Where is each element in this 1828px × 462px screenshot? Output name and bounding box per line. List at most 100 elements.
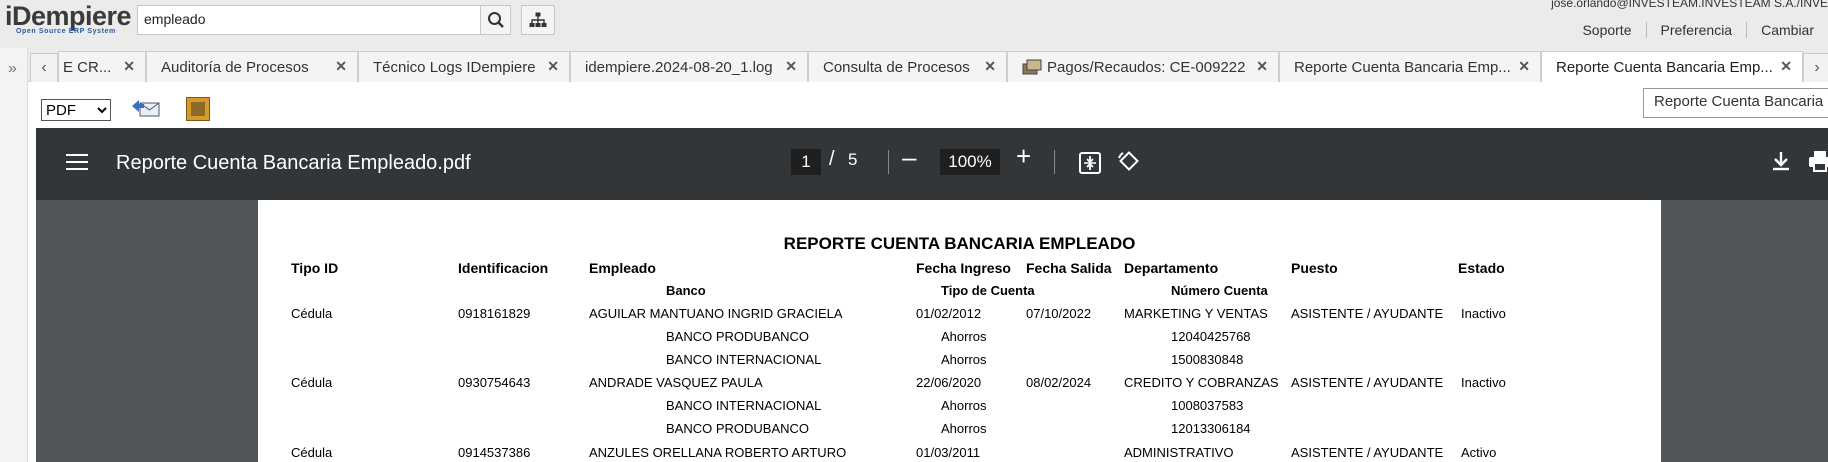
close-icon[interactable]: ✕ [1256,58,1268,75]
cell-estado: Inactivo [1461,306,1506,321]
print-button[interactable] [1808,150,1828,177]
cell-banco: BANCO PRODUBANCO [666,421,810,436]
tab-item[interactable]: E CR... ✕ [58,51,146,82]
tab-item-active[interactable]: Reporte Cuenta Bancaria Emp... ✕ [1541,51,1803,83]
cell-estado: Activo [1461,445,1497,460]
pdf-page: REPORTE CUENTA BANCARIA EMPLEADO Tipo ID… [258,200,1661,462]
sitemap-icon [529,12,547,27]
cell-tipo-id: Cédula [291,445,333,460]
close-icon[interactable]: ✕ [1518,58,1530,75]
cell-tipo-id: Cédula [291,306,333,321]
cell-fecha-ingreso: 01/03/2011 [916,445,981,460]
cell-puesto: ASISTENTE / AYUDANTE [1291,306,1444,321]
tab-label: Consulta de Procesos [823,58,970,76]
cell-empleado: ANDRADE VASQUEZ PAULA [589,375,763,390]
link-preferencia[interactable]: Preferencia [1645,22,1747,38]
tab-label: Reporte Cuenta Bancaria Emp... [1294,58,1511,76]
logo-text: iDempiere [5,1,132,31]
link-cambiar[interactable]: Cambiar [1746,22,1828,38]
report-title: REPORTE CUENTA BANCARIA EMPLEADO [783,234,1136,253]
cell-puesto: ASISTENTE / AYUDANTE [1291,375,1444,390]
cell-departamento: ADMINISTRATIVO [1124,445,1234,460]
page-total: 5 [848,150,858,169]
zoom-in-button[interactable]: + [1016,141,1031,172]
cell-numero-cuenta: 12013306184 [1171,421,1251,436]
close-icon[interactable]: ✕ [547,58,559,75]
download-button[interactable] [1771,150,1791,177]
col-header-tipo-id: Tipo ID [291,260,339,276]
cell-banco: BANCO INTERNACIONAL [666,398,822,413]
divider [1054,150,1055,174]
tab-scroll-left-button[interactable]: ‹ [30,53,58,83]
hamburger-menu-icon[interactable] [66,154,88,175]
cell-fecha-ingreso: 22/06/2020 [916,375,982,390]
tab-scroll-right-button[interactable]: › [1803,53,1828,83]
zoom-out-button[interactable]: – [902,142,916,173]
cell-banco: BANCO PRODUBANCO [666,329,810,344]
close-icon[interactable]: ✕ [123,58,135,75]
idempiere-logo[interactable]: iDempiere Open Source ERP System [5,1,132,35]
download-icon [1773,152,1789,171]
col-header-numero-cuenta: Número Cuenta [1171,283,1268,298]
search-icon [487,12,504,28]
link-soporte[interactable]: Soporte [1568,22,1645,38]
tab-item[interactable]: Pagos/Recaudos: CE-009222 ✕ [1007,51,1279,82]
fit-page-button[interactable] [1078,151,1102,180]
col-header-departamento: Departamento [1124,260,1219,276]
zoom-level-input[interactable]: 100% [940,149,1000,175]
cell-numero-cuenta: 1500830848 [1171,352,1244,367]
col-header-tipo-cuenta: Tipo de Cuenta [941,283,1035,298]
cell-fecha-salida: 08/02/2024 [1026,375,1092,390]
tab-item[interactable]: Auditoría de Procesos ✕ [146,51,358,82]
close-icon[interactable]: ✕ [1780,58,1792,75]
close-icon[interactable]: ✕ [984,58,996,75]
tab-label: Técnico Logs IDempiere [373,58,536,76]
west-panel-collapsed[interactable]: » [0,48,28,462]
cell-tipo-cuenta: Ahorros [941,329,987,344]
cell-tipo-id: Cédula [291,375,333,390]
close-icon[interactable]: ✕ [785,58,797,75]
top-bar: iDempiere Open Source ERP System jose.or… [0,0,1828,48]
col-header-fecha-ingreso: Fecha Ingreso [916,260,1011,276]
expand-chevrons-icon[interactable]: » [8,60,17,78]
tab-item[interactable]: Técnico Logs IDempiere ✕ [358,51,570,82]
cell-numero-cuenta: 1008037583 [1171,398,1244,413]
cell-banco: BANCO INTERNACIONAL [666,352,822,367]
cell-fecha-ingreso: 01/02/2012 [916,306,982,321]
cell-fecha-salida: 07/10/2022 [1026,306,1092,321]
header-links: Soporte Preferencia Cambiar [1568,22,1828,38]
fit-page-icon [1079,152,1101,174]
page-separator: / [829,148,835,170]
divider [888,150,889,174]
send-mail-button[interactable] [131,97,161,124]
cell-identificacion: 0914537386 [458,445,531,460]
rotate-button[interactable] [1115,149,1141,180]
global-search-input[interactable] [138,6,470,32]
search-button[interactable] [481,5,511,35]
cell-puesto: ASISTENTE / AYUDANTE [1291,445,1444,460]
send-mail-icon [132,100,160,117]
output-format-select[interactable]: PDF [41,99,111,121]
cell-numero-cuenta: 12040425768 [1171,329,1251,344]
cell-estado: Inactivo [1461,375,1506,390]
col-header-puesto: Puesto [1291,260,1338,276]
pdf-filename: Reporte Cuenta Bancaria Empleado.pdf [116,152,471,174]
tab-item[interactable]: Reporte Cuenta Bancaria Emp... ✕ [1279,51,1541,82]
global-search-box [137,5,481,35]
col-header-fecha-salida: Fecha Salida [1026,260,1112,276]
archive-button[interactable] [186,97,210,121]
menu-tree-button[interactable] [521,5,555,35]
cell-departamento: MARKETING Y VENTAS [1124,306,1268,321]
cell-departamento: CREDITO Y COBRANZAS [1124,375,1279,390]
tab-item[interactable]: Consulta de Procesos ✕ [808,51,1007,82]
col-header-banco: Banco [666,283,706,298]
col-header-estado: Estado [1458,260,1505,276]
tab-label: Auditoría de Procesos [161,58,309,76]
close-icon[interactable]: ✕ [335,58,347,75]
user-info[interactable]: jose.orlando@INVESTEAM.INVESTEAM S.A./IN… [1551,0,1828,10]
tab-label: idempiere.2024-08-20_1.log [585,58,773,76]
cell-tipo-cuenta: Ahorros [941,421,987,436]
tab-label: Pagos/Recaudos: CE-009222 [1047,58,1246,76]
page-number-input[interactable]: 1 [791,149,821,175]
tab-item[interactable]: idempiere.2024-08-20_1.log ✕ [570,51,808,82]
